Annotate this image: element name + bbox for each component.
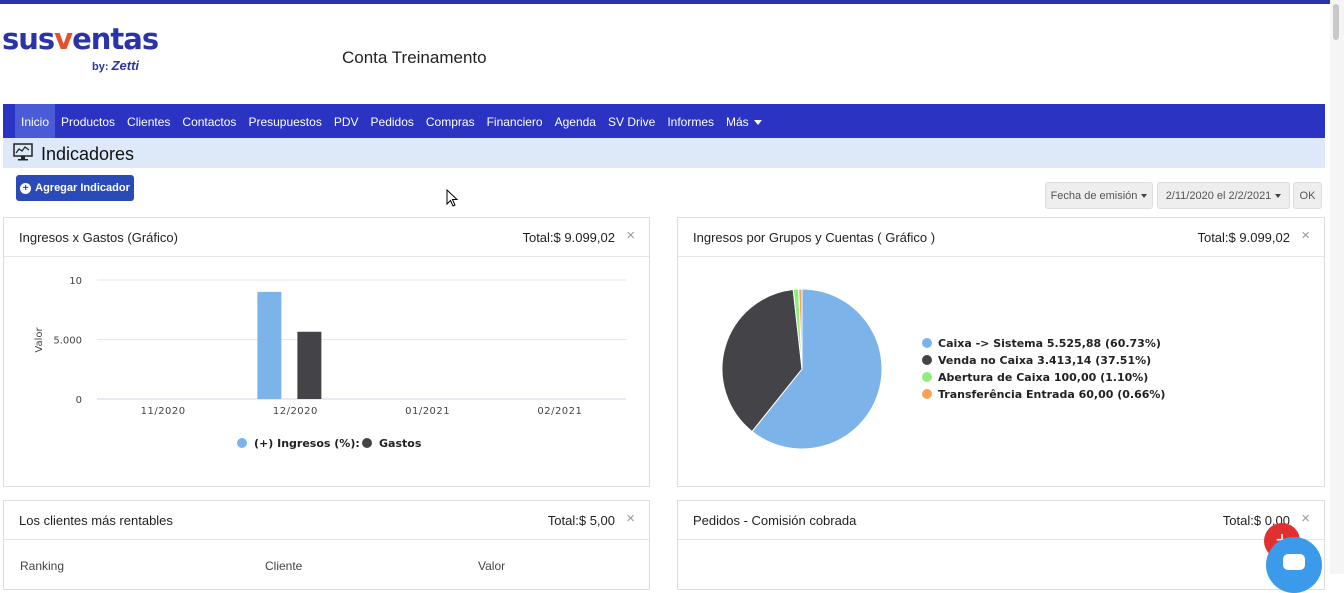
ok-button[interactable]: OK <box>1293 182 1322 209</box>
panel-total: Total:$ 5,00 <box>547 513 615 528</box>
x-tick-label: 11/2020 <box>141 406 186 417</box>
panel-orders-commission: Pedidos - Comisión cobrada Total:$ 0,00 … <box>677 500 1325 590</box>
top-accent-bar <box>0 0 1344 4</box>
main-nav: Inicio Productos Clientes Contactos Presupue… <box>3 104 1325 138</box>
panel-title: Ingresos por Grupos y Cuentas ( Gráfico … <box>693 230 936 245</box>
nav-item-label: Más <box>726 115 749 129</box>
nav-item-sv-drive[interactable]: SV Drive <box>602 104 661 138</box>
add-indicator-label: Agregar Indicador <box>35 182 130 194</box>
y-tick-label: 5.000 <box>53 336 82 347</box>
legend-marker <box>922 355 932 365</box>
nav-item-contactos[interactable]: Contactos <box>176 104 242 138</box>
nav-item-inicio[interactable]: Inicio <box>15 104 56 138</box>
nav-item-pdv[interactable]: PDV <box>328 104 365 138</box>
column-header-valor[interactable]: Valor <box>478 559 505 573</box>
nav-item-label: Financiero <box>486 115 543 129</box>
nav-item-label: SV Drive <box>607 115 656 129</box>
dashboard-icon <box>13 143 33 161</box>
chat-button[interactable] <box>1266 537 1322 593</box>
panel-title: Pedidos - Comisión cobrada <box>693 513 857 528</box>
panel-title: Ingresos x Gastos (Gráfico) <box>19 230 178 245</box>
panel-total: Total:$ 9.099,02 <box>1197 230 1290 245</box>
plus-circle-icon: + <box>20 182 32 194</box>
caret-down-icon <box>753 120 762 126</box>
nav-item-label: Informes <box>667 115 715 129</box>
nav-item-label: PDV <box>333 115 359 129</box>
add-indicator-button[interactable]: + Agregar Indicador <box>16 175 134 201</box>
page-title: Indicadores <box>41 144 135 164</box>
panel-header: Los clientes más rentables Total:$ 5,00 … <box>4 501 649 540</box>
nav-item-m-s[interactable]: Más <box>720 104 768 138</box>
legend-marker <box>922 389 932 399</box>
nav-item-presupuestos[interactable]: Presupuestos <box>242 104 327 138</box>
legend-label[interactable]: Transferência Entrada 60,00 (0.66%) <box>938 388 1165 401</box>
bar-1[interactable] <box>297 331 322 399</box>
y-axis-label: Valor <box>34 327 45 353</box>
legend-label[interactable]: Abertura de Caixa 100,00 (1.10%) <box>938 371 1148 384</box>
legend-label[interactable]: Gastos <box>379 437 422 450</box>
panel-header: Ingresos x Gastos (Gráfico) Total:$ 9.09… <box>4 218 649 257</box>
panel-top-clients: Los clientes más rentables Total:$ 5,00 … <box>3 500 650 590</box>
y-tick-label: 0 <box>76 395 82 406</box>
date-range-dropdown[interactable]: 2/11/2020 el 2/2/2021 <box>1157 182 1290 209</box>
panel-total: Total:$ 9.099,02 <box>522 230 615 245</box>
date-type-dropdown[interactable]: Fecha de emisión <box>1045 182 1153 209</box>
nav-item-pedidos[interactable]: Pedidos <box>365 104 420 138</box>
chat-bubble-icon <box>1283 554 1305 570</box>
nav-item-productos[interactable]: Productos <box>55 104 121 138</box>
caret-down-icon <box>1141 193 1148 198</box>
account-name: Conta Treinamento <box>342 48 487 67</box>
pie-chart: Caixa -> Sistema 5.525,88 (60.73%) Venda … <box>721 288 1165 450</box>
legend-marker <box>922 338 932 348</box>
scrollbar-thumb[interactable] <box>1333 4 1339 40</box>
x-tick-label: 12/2020 <box>273 406 318 417</box>
date-range-value: 2/11/2020 el 2/2/2021 <box>1165 189 1272 202</box>
logo[interactable]: susventas by: Zetti <box>2 22 159 73</box>
mouse-cursor-icon <box>446 189 459 207</box>
logo-wordmark: susventas <box>2 22 159 56</box>
column-header-cliente[interactable]: Cliente <box>265 559 302 573</box>
panel-header: Ingresos por Grupos y Cuentas ( Gráfico … <box>678 218 1324 257</box>
close-icon[interactable]: × <box>626 227 635 244</box>
legend-marker <box>362 438 372 448</box>
ok-label: OK <box>1299 189 1316 202</box>
x-tick-label: 01/2021 <box>405 406 450 417</box>
nav-item-label: Productos <box>61 115 116 129</box>
caret-down-icon <box>1275 193 1282 198</box>
date-type-value: Fecha de emisión <box>1050 189 1138 202</box>
nav-item-label: Clientes <box>127 115 171 129</box>
nav-item-agenda[interactable]: Agenda <box>549 104 602 138</box>
close-icon[interactable]: × <box>626 510 635 527</box>
legend-label[interactable]: (+) Ingresos (%): <box>254 437 360 450</box>
bar-0[interactable] <box>257 291 282 399</box>
nav-item-clientes[interactable]: Clientes <box>121 104 176 138</box>
nav-item-informes[interactable]: Informes <box>661 104 720 138</box>
legend-marker <box>922 372 932 382</box>
nav-item-label: Compras <box>425 115 475 129</box>
page-title-bar: Indicadores <box>3 138 1325 168</box>
panel-header: Pedidos - Comisión cobrada Total:$ 0,00 … <box>678 501 1324 540</box>
column-header-ranking[interactable]: Ranking <box>20 559 64 573</box>
logo-byline: by: Zetti <box>92 58 140 73</box>
legend-label[interactable]: Caixa -> Sistema 5.525,88 (60.73%) <box>938 337 1161 350</box>
nav-item-label: Presupuestos <box>248 115 322 129</box>
x-tick-label: 02/2021 <box>537 406 582 417</box>
bar-chart: 0 5.000 10 Valor 11/2020 12/2020 01/2021 02/202… <box>34 276 626 450</box>
close-icon[interactable]: × <box>1301 227 1310 244</box>
panel-income-by-group: Ingresos por Grupos y Cuentas ( Gráfico … <box>677 217 1325 487</box>
y-tick-label: 10 <box>69 276 82 287</box>
legend-label[interactable]: Venda no Caixa 3.413,14 (37.51%) <box>938 354 1151 367</box>
page-scrollbar[interactable] <box>1330 0 1344 574</box>
nav-item-label: Agenda <box>554 115 596 129</box>
nav-item-compras[interactable]: Compras <box>420 104 481 138</box>
nav-item-label: Contactos <box>182 115 237 129</box>
nav-item-label: Inicio <box>21 115 50 129</box>
legend-marker <box>237 438 247 448</box>
nav-item-label: Pedidos <box>370 115 414 129</box>
close-icon[interactable]: × <box>1301 510 1310 527</box>
panel-income-expenses: Ingresos x Gastos (Gráfico) Total:$ 9.09… <box>3 217 650 487</box>
panel-title: Los clientes más rentables <box>19 513 173 528</box>
nav-item-financiero[interactable]: Financiero <box>481 104 549 138</box>
